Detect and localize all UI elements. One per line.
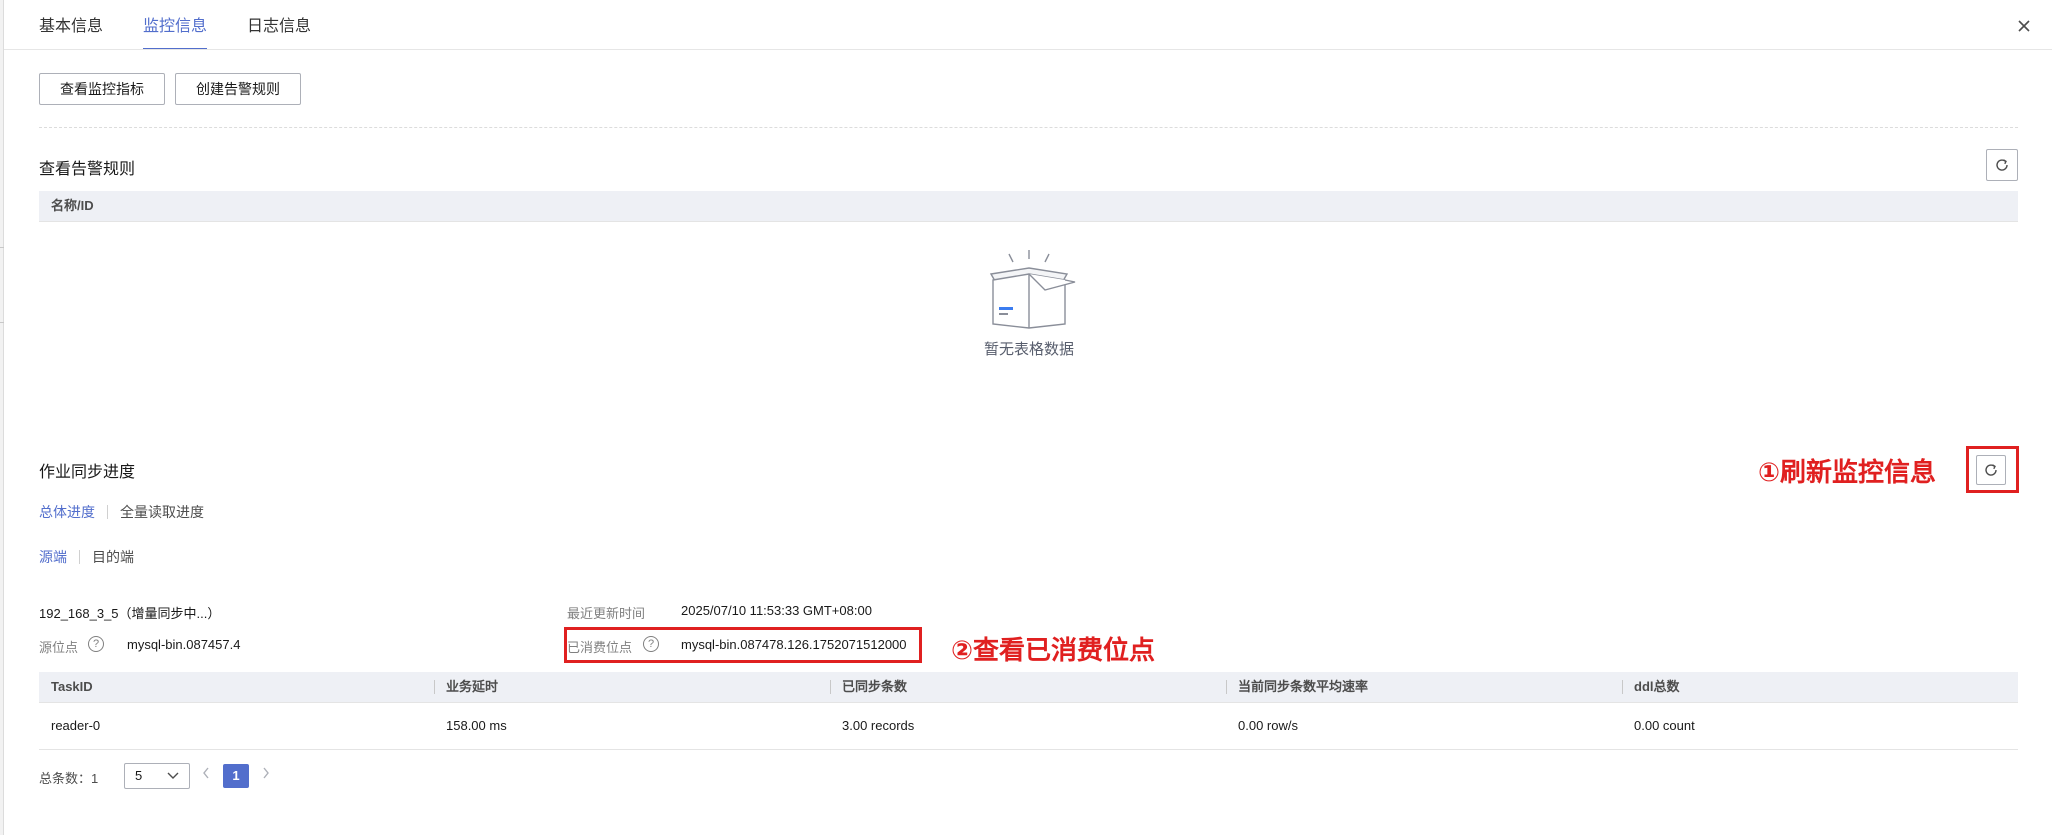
column-task-id: TaskID (51, 679, 93, 694)
column-latency: 业务延时 (446, 679, 499, 694)
alarm-rules-title: 查看告警规则 (39, 161, 136, 178)
help-icon[interactable]: ? (88, 636, 104, 652)
source-position-value: mysql-bin.087457.4 (127, 637, 241, 652)
tab-divider (4, 49, 2052, 50)
view-metrics-button[interactable]: 查看监控指标 (39, 73, 165, 105)
create-alarm-rule-button[interactable]: 创建告警规则 (175, 73, 301, 105)
tab-destination[interactable]: 目的端 (92, 547, 134, 567)
column-avg-rate: 当前同步条数平均速率 (1238, 679, 1369, 694)
tab-log-info[interactable]: 日志信息 (247, 0, 311, 50)
tab-overall-progress[interactable]: 总体进度 (39, 502, 95, 522)
empty-table-text: 暂无表格数据 (983, 341, 1074, 358)
help-icon[interactable]: ? (643, 636, 659, 652)
source-position-label: 源位点 (39, 640, 79, 655)
close-icon[interactable] (2014, 16, 2034, 36)
total-count: 总条数：1 (39, 771, 99, 786)
cell-latency: 158.00 ms (446, 718, 507, 733)
cell-ddl-total: 0.00 count (1634, 718, 1695, 733)
endpoint-tabs: 源端 目的端 (39, 547, 134, 567)
tab-full-read-progress[interactable]: 全量读取进度 (120, 502, 204, 522)
tab-monitoring-info[interactable]: 监控信息 (143, 0, 208, 50)
chevron-right-icon[interactable] (261, 765, 271, 786)
chevron-down-icon (167, 772, 179, 779)
column-ddl-total: ddl总数 (1634, 679, 1680, 694)
tab-bar: 基本信息 监控信息 日志信息 (39, 0, 351, 50)
page-size-value: 5 (135, 768, 143, 783)
progress-table-header: TaskID 业务延时 已同步条数 当前同步条数平均速率 ddl总数 (39, 672, 2018, 702)
refresh-icon (1985, 464, 1997, 476)
source-name: 192_168_3_5（增量同步中...） (39, 606, 221, 621)
tab-basic-info[interactable]: 基本信息 (39, 0, 103, 50)
consumed-position-value: mysql-bin.087478.126.1752071512000 (681, 637, 907, 652)
annotation-consumed: ②查看已消费位点 (951, 635, 1156, 665)
sync-progress-refresh-button[interactable] (1976, 455, 2006, 485)
last-update-label: 最近更新时间 (567, 606, 646, 621)
column-synced-count: 已同步条数 (842, 679, 908, 694)
cell-avg-rate: 0.00 row/s (1238, 718, 1298, 733)
empty-box-icon (979, 248, 1079, 332)
cell-task-id: reader-0 (51, 718, 101, 733)
consumed-position-label: 已消费位点 (567, 640, 633, 655)
alarm-rules-refresh-button[interactable] (1986, 149, 2018, 181)
section-divider (39, 127, 2018, 128)
page-number-current[interactable]: 1 (223, 764, 249, 788)
annotation-refresh: ①刷新监控信息 (1758, 457, 1937, 487)
tab-source[interactable]: 源端 (39, 547, 67, 567)
alarm-rules-table-header: 名称/ID (39, 191, 2018, 221)
cell-synced-count: 3.00 records (842, 718, 915, 733)
left-edge-strip (0, 0, 4, 835)
progress-tabs: 总体进度 全量读取进度 (39, 502, 204, 522)
chevron-left-icon[interactable] (201, 765, 211, 786)
sync-progress-title: 作业同步进度 (39, 464, 136, 481)
page-size-select[interactable]: 5 (124, 763, 190, 789)
column-name-id: 名称/ID (51, 198, 94, 213)
last-update-value: 2025/07/10 11:53:33 GMT+08:00 (681, 603, 872, 618)
refresh-icon (1996, 159, 2008, 171)
